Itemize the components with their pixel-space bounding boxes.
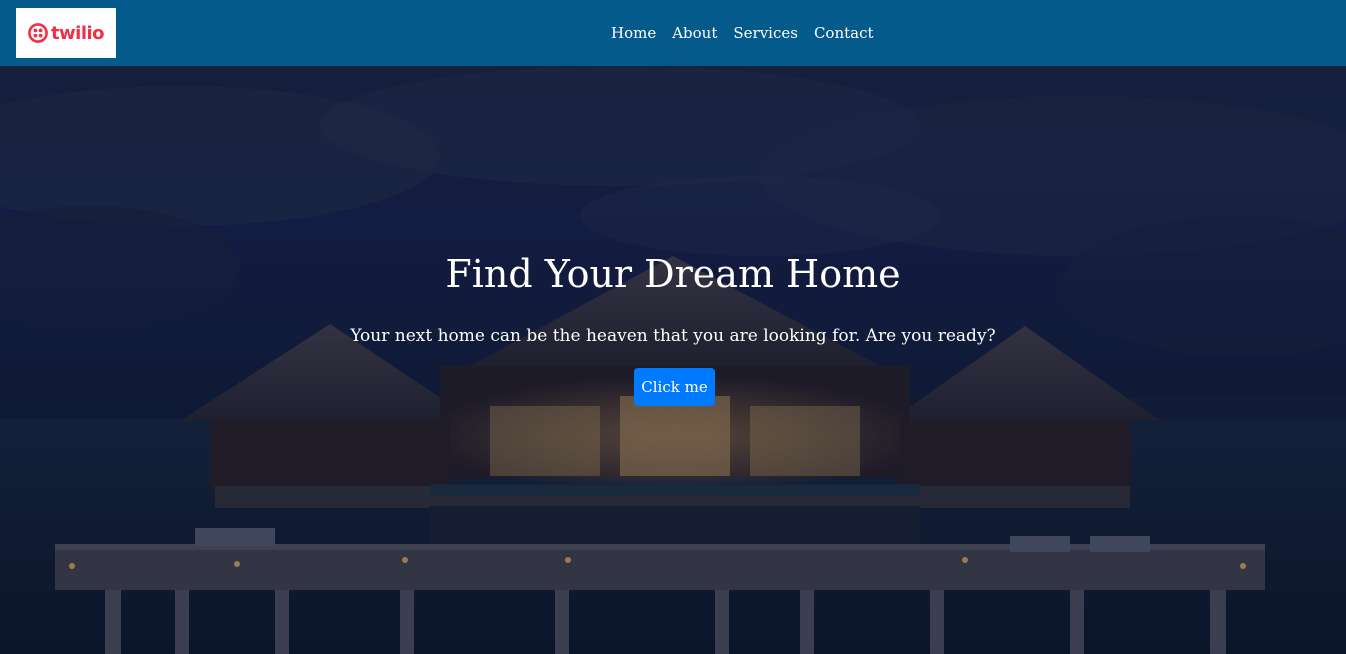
hero-section: Find Your Dream Home Your next home can … <box>0 66 1346 654</box>
overwater-villa-night-image <box>0 66 1346 654</box>
twilio-logo-icon <box>28 23 48 43</box>
hero-title: Find Your Dream Home <box>445 252 901 296</box>
brand-logo[interactable]: twilio <box>16 8 116 58</box>
nav-link-contact[interactable]: Contact <box>814 24 874 42</box>
main-nav: Home About Services Contact <box>603 0 882 66</box>
hero-subtitle: Your next home can be the heaven that yo… <box>350 326 996 346</box>
nav-link-about[interactable]: About <box>672 24 717 42</box>
top-navbar: twilio Home About Services Contact <box>0 0 1346 66</box>
brand-wordmark: twilio <box>50 22 105 44</box>
nav-link-home[interactable]: Home <box>611 24 656 42</box>
click-me-button[interactable]: Click me <box>634 368 715 406</box>
nav-link-services[interactable]: Services <box>733 24 798 42</box>
